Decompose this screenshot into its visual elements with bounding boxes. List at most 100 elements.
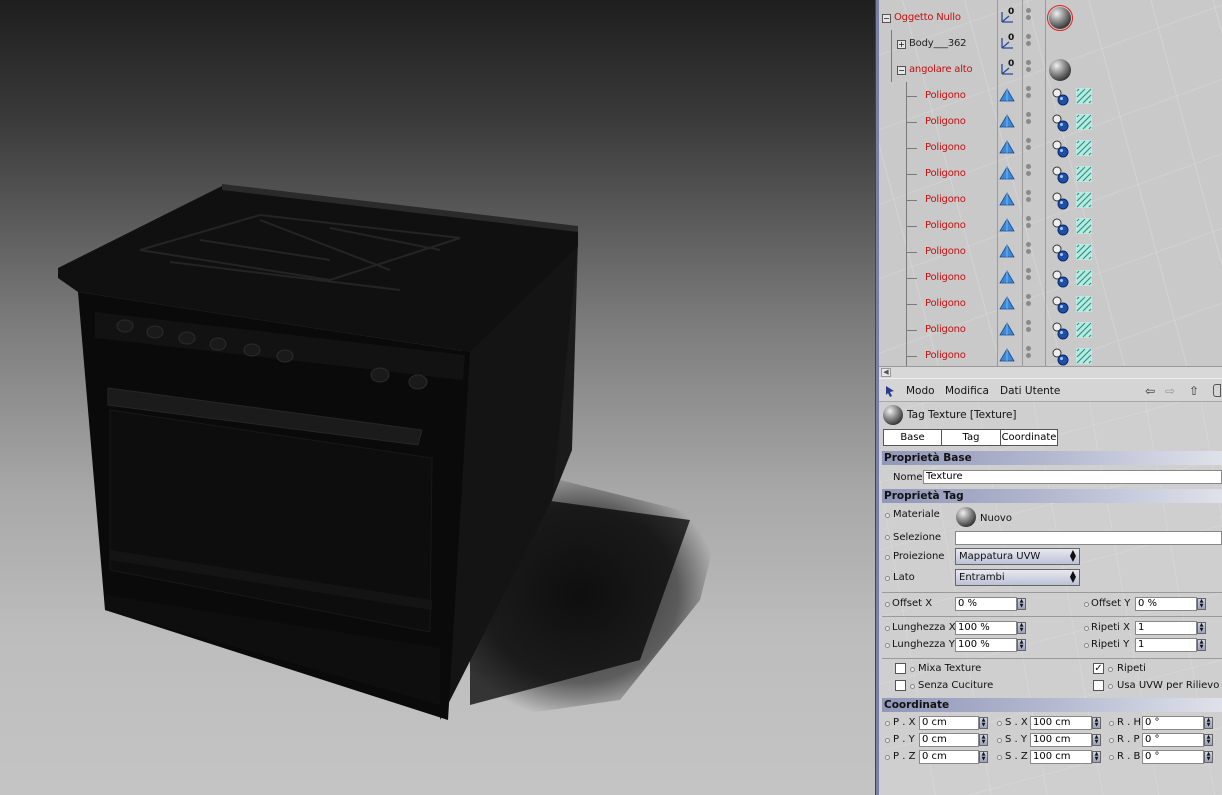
mixa-texture-anim-dot[interactable] xyxy=(910,667,915,672)
cursor-tool-icon[interactable] xyxy=(884,384,898,398)
tree-item-label[interactable]: angolare alto xyxy=(909,64,973,75)
tree-item-label[interactable]: Poligono xyxy=(925,168,966,179)
sz-field[interactable]: 100 cm xyxy=(1030,750,1092,764)
tree-row[interactable]: Poligono xyxy=(879,312,1222,340)
visibility-dots[interactable] xyxy=(1026,60,1031,76)
visibility-dots[interactable] xyxy=(1026,34,1031,50)
tree-item-label[interactable]: Body___362 xyxy=(909,38,967,49)
rp-stepper[interactable]: ▲ ▼ xyxy=(1204,734,1213,746)
uvw-tag-icon[interactable] xyxy=(1075,191,1093,209)
mixa-texture-checkbox[interactable] xyxy=(895,663,906,674)
lunghezza-y-field[interactable]: 100 % xyxy=(955,638,1017,652)
tree-row[interactable]: − angolare alto 0 xyxy=(879,52,1222,81)
uvw-tag-icon[interactable] xyxy=(1075,321,1093,339)
lunghezza-y-stepper[interactable]: ▲ ▼ xyxy=(1017,639,1026,651)
uvw-tag-icon[interactable] xyxy=(1075,269,1093,287)
uvw-tag-icon[interactable] xyxy=(1075,87,1093,105)
tree-item-label[interactable]: Poligono xyxy=(925,194,966,205)
lunghezza-x-field[interactable]: 100 % xyxy=(955,621,1017,635)
visibility-dots[interactable] xyxy=(1026,8,1031,24)
scroll-left-icon[interactable]: ◀ xyxy=(881,368,891,377)
py-anim-dot[interactable] xyxy=(885,738,890,743)
material-ball-icon[interactable] xyxy=(956,507,976,527)
tree-item-label[interactable]: Poligono xyxy=(925,324,966,335)
usa-uvw-checkbox[interactable] xyxy=(1093,680,1104,691)
sy-anim-dot[interactable] xyxy=(997,738,1002,743)
tab-base[interactable]: Base xyxy=(883,429,942,446)
tree-item-label[interactable]: Poligono xyxy=(925,90,966,101)
offset-y-stepper[interactable]: ▲ ▼ xyxy=(1197,598,1206,610)
offset-x-field[interactable]: 0 % xyxy=(955,597,1017,611)
tree-row[interactable]: Poligono xyxy=(879,338,1222,366)
polygon-icon[interactable] xyxy=(999,218,1015,232)
rh-stepper[interactable]: ▲ ▼ xyxy=(1204,717,1213,729)
tree-item-label[interactable]: Poligono xyxy=(925,142,966,153)
pz-field[interactable]: 0 cm xyxy=(919,750,979,764)
senza-cuciture-checkbox[interactable] xyxy=(895,680,906,691)
tree-item-label[interactable]: Poligono xyxy=(925,350,966,361)
rb-anim-dot[interactable] xyxy=(1109,755,1114,760)
pz-stepper[interactable]: ▲ ▼ xyxy=(979,751,988,763)
horizontal-scrollbar[interactable]: ◀ xyxy=(879,366,1222,378)
ripeti-y-anim-dot[interactable] xyxy=(1084,643,1089,648)
sy-field[interactable]: 100 cm xyxy=(1030,733,1092,747)
menu-modo[interactable]: Modo xyxy=(906,385,935,397)
lunghezza-x-stepper[interactable]: ▲ ▼ xyxy=(1017,622,1026,634)
offset-x-anim-dot[interactable] xyxy=(885,602,890,607)
null-axis-icon[interactable]: 0 xyxy=(999,58,1017,76)
selezione-anim-dot[interactable] xyxy=(885,535,890,540)
materiale-anim-dot[interactable] xyxy=(885,513,890,518)
uvw-tag-icon[interactable] xyxy=(1075,347,1093,365)
uvw-tag-icon[interactable] xyxy=(1075,113,1093,131)
pz-anim-dot[interactable] xyxy=(885,755,890,760)
tree-item-label[interactable]: Poligono xyxy=(925,116,966,127)
collapse-icon[interactable]: − xyxy=(882,14,891,23)
ripeti-checkbox[interactable]: ✓ xyxy=(1093,663,1104,674)
polygon-icon[interactable] xyxy=(999,192,1015,206)
tab-tag[interactable]: Tag xyxy=(941,429,1001,446)
tree-row[interactable]: Poligono xyxy=(879,182,1222,210)
lato-anim-dot[interactable] xyxy=(885,576,890,581)
sz-stepper[interactable]: ▲ ▼ xyxy=(1092,751,1101,763)
texture-tag-icon[interactable] xyxy=(1051,348,1071,366)
sx-field[interactable]: 100 cm xyxy=(1030,716,1092,730)
lato-select[interactable]: Entrambi ▲ ▼ xyxy=(955,569,1080,586)
offset-x-stepper[interactable]: ▲ ▼ xyxy=(1017,598,1026,610)
up-arrow-icon[interactable]: ⇧ xyxy=(1189,384,1199,398)
proiezione-select[interactable]: Mappatura UVW ▲ ▼ xyxy=(955,548,1080,565)
tree-row[interactable]: + Body___362 0 xyxy=(879,26,1222,52)
visibility-dots[interactable] xyxy=(1026,86,1031,102)
polygon-icon[interactable] xyxy=(999,322,1015,336)
polygon-icon[interactable] xyxy=(999,244,1015,258)
collapse-icon[interactable]: − xyxy=(897,66,906,75)
lunghezza-y-anim-dot[interactable] xyxy=(885,643,890,648)
tab-coordinate[interactable]: Coordinate xyxy=(1000,429,1058,446)
tree-row[interactable]: Poligono xyxy=(879,78,1222,106)
uvw-tag-icon[interactable] xyxy=(1075,243,1093,261)
px-anim-dot[interactable] xyxy=(885,721,890,726)
expand-icon[interactable]: + xyxy=(897,40,906,49)
polygon-icon[interactable] xyxy=(999,140,1015,154)
uvw-tag-icon[interactable] xyxy=(1075,295,1093,313)
tree-row[interactable]: Poligono xyxy=(879,234,1222,262)
rb-stepper[interactable]: ▲ ▼ xyxy=(1204,751,1213,763)
ripeti-x-stepper[interactable]: ▲ ▼ xyxy=(1197,622,1206,634)
tree-row[interactable]: Poligono xyxy=(879,208,1222,236)
rh-field[interactable]: 0 ° xyxy=(1142,716,1204,730)
visibility-dots[interactable] xyxy=(1026,190,1031,206)
polygon-icon[interactable] xyxy=(999,348,1015,362)
offset-y-anim-dot[interactable] xyxy=(1084,602,1089,607)
senza-cuciture-anim-dot[interactable] xyxy=(910,684,915,689)
rh-anim-dot[interactable] xyxy=(1109,721,1114,726)
visibility-dots[interactable] xyxy=(1026,164,1031,180)
ripeti-anim-dot[interactable] xyxy=(1108,667,1113,672)
tree-row[interactable]: Poligono xyxy=(879,104,1222,132)
tree-row[interactable]: − Oggetto Nullo 0 xyxy=(879,0,1222,31)
visibility-dots[interactable] xyxy=(1026,268,1031,284)
tree-item-label[interactable]: Poligono xyxy=(925,220,966,231)
usa-uvw-anim-dot[interactable] xyxy=(1108,684,1113,689)
menu-dati-utente[interactable]: Dati Utente xyxy=(1000,385,1060,397)
visibility-dots[interactable] xyxy=(1026,294,1031,310)
offset-y-field[interactable]: 0 % xyxy=(1135,597,1197,611)
tree-item-label[interactable]: Poligono xyxy=(925,272,966,283)
